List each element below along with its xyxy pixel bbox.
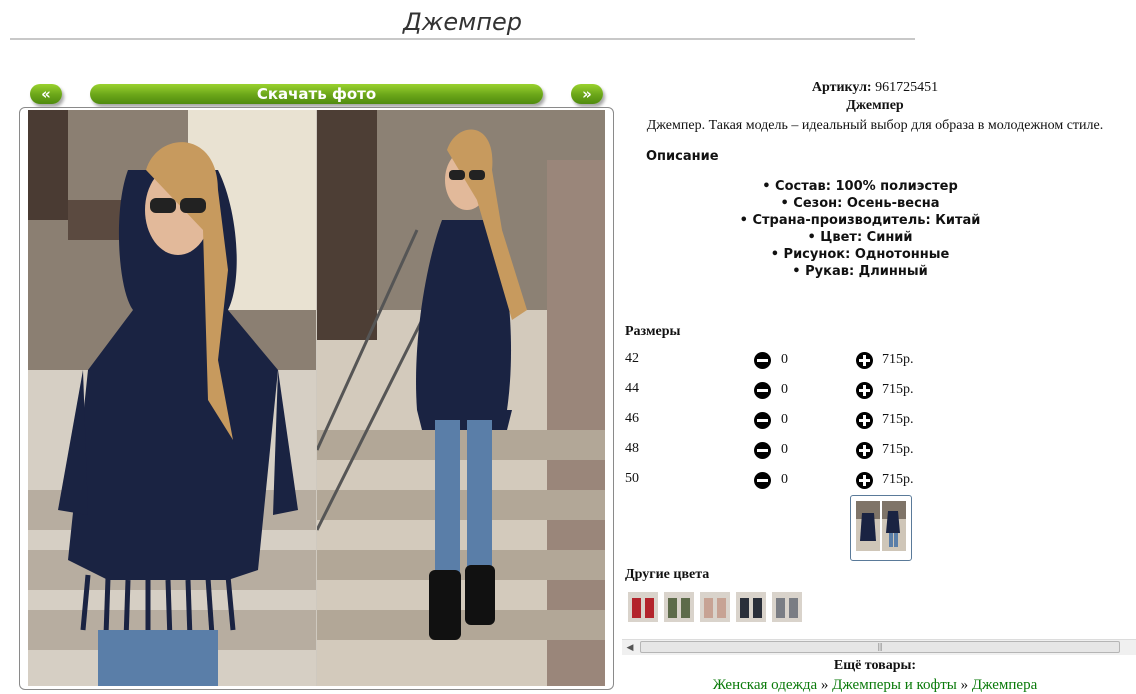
- article-value: 961725451: [875, 80, 939, 95]
- breadcrumb-separator: »: [960, 677, 969, 693]
- product-photo-left: [28, 110, 316, 686]
- plus-icon[interactable]: [856, 412, 873, 429]
- scroll-left-icon[interactable]: ◀: [622, 640, 638, 655]
- article-label: Артикул:: [811, 80, 872, 95]
- size-label: 46: [625, 411, 639, 426]
- property-item: • Состав: 100% полиэстер: [762, 179, 958, 194]
- property-item: • Сезон: Осень-весна: [780, 196, 940, 211]
- breadcrumb-link[interactable]: Джемпера: [972, 677, 1037, 693]
- breadcrumb: Женская одежда » Джемперы и кофты » Джем…: [620, 677, 1130, 694]
- property-item: • Рукав: Длинный: [792, 264, 928, 279]
- color-variant-thumbnail[interactable]: [700, 592, 730, 622]
- size-qty: 0: [781, 472, 788, 487]
- size-qty: 0: [781, 382, 788, 397]
- property-item: • Цвет: Синий: [807, 230, 913, 245]
- size-qty: 0: [781, 352, 788, 367]
- description-heading: Описание: [646, 149, 719, 164]
- size-price: 715р.: [882, 472, 914, 487]
- download-photo-button[interactable]: Скачать фото: [90, 84, 543, 104]
- size-label: 42: [625, 351, 639, 366]
- property-item: • Рисунок: Однотонные: [770, 247, 950, 262]
- size-label: 48: [625, 441, 639, 456]
- product-photo-right: [317, 110, 605, 686]
- product-info: Артикул: 961725451 Джемпер Джемпер. Така…: [620, 78, 1130, 280]
- size-price: 715р.: [882, 382, 914, 397]
- breadcrumb-link[interactable]: Женская одежда: [713, 677, 817, 693]
- article-line: Артикул: 961725451: [620, 80, 1130, 96]
- size-price: 715р.: [882, 352, 914, 367]
- size-label: 44: [625, 381, 639, 396]
- scrollbar-thumb[interactable]: |||: [640, 641, 1120, 653]
- plus-icon[interactable]: [856, 382, 873, 399]
- plus-icon[interactable]: [856, 352, 873, 369]
- size-qty: 0: [781, 412, 788, 427]
- product-photo[interactable]: [28, 110, 605, 686]
- page-title: Джемпер: [403, 8, 522, 36]
- product-name: Джемпер: [846, 98, 904, 113]
- horizontal-scrollbar[interactable]: ◀ |||: [622, 639, 1136, 655]
- plus-icon[interactable]: [856, 442, 873, 459]
- minus-icon[interactable]: [754, 442, 771, 459]
- property-item: • Страна-производитель: Китай: [739, 213, 981, 228]
- next-photo-button[interactable]: »: [571, 84, 603, 104]
- minus-icon[interactable]: [754, 352, 771, 369]
- prev-photo-button[interactable]: «: [30, 84, 62, 104]
- color-variant-thumbnail[interactable]: [736, 592, 766, 622]
- photo-thumbnail-image: [856, 501, 906, 551]
- breadcrumb-separator: »: [820, 677, 829, 693]
- plus-icon[interactable]: [856, 472, 873, 489]
- more-goods-heading: Ещё товары:: [833, 658, 917, 673]
- product-photo-frame: [19, 107, 614, 690]
- breadcrumb-link[interactable]: Джемперы и кофты: [832, 677, 957, 693]
- size-label: 50: [625, 471, 639, 486]
- minus-icon[interactable]: [754, 412, 771, 429]
- color-variant-thumbnail[interactable]: [628, 592, 658, 622]
- minus-icon[interactable]: [754, 472, 771, 489]
- other-colors-heading: Другие цвета: [625, 567, 710, 582]
- properties-list: • Состав: 100% полиэстер • Сезон: Осень-…: [620, 178, 1130, 280]
- photo-thumbnail[interactable]: [850, 495, 912, 561]
- sizes-heading: Размеры: [625, 324, 681, 339]
- size-price: 715р.: [882, 442, 914, 457]
- minus-icon[interactable]: [754, 382, 771, 399]
- size-price: 715р.: [882, 412, 914, 427]
- product-tagline: Джемпер. Такая модель – идеальный выбор …: [646, 118, 1104, 133]
- title-divider: [10, 38, 915, 40]
- size-qty: 0: [781, 442, 788, 457]
- color-variant-thumbnail[interactable]: [664, 592, 694, 622]
- color-variant-thumbnail[interactable]: [772, 592, 802, 622]
